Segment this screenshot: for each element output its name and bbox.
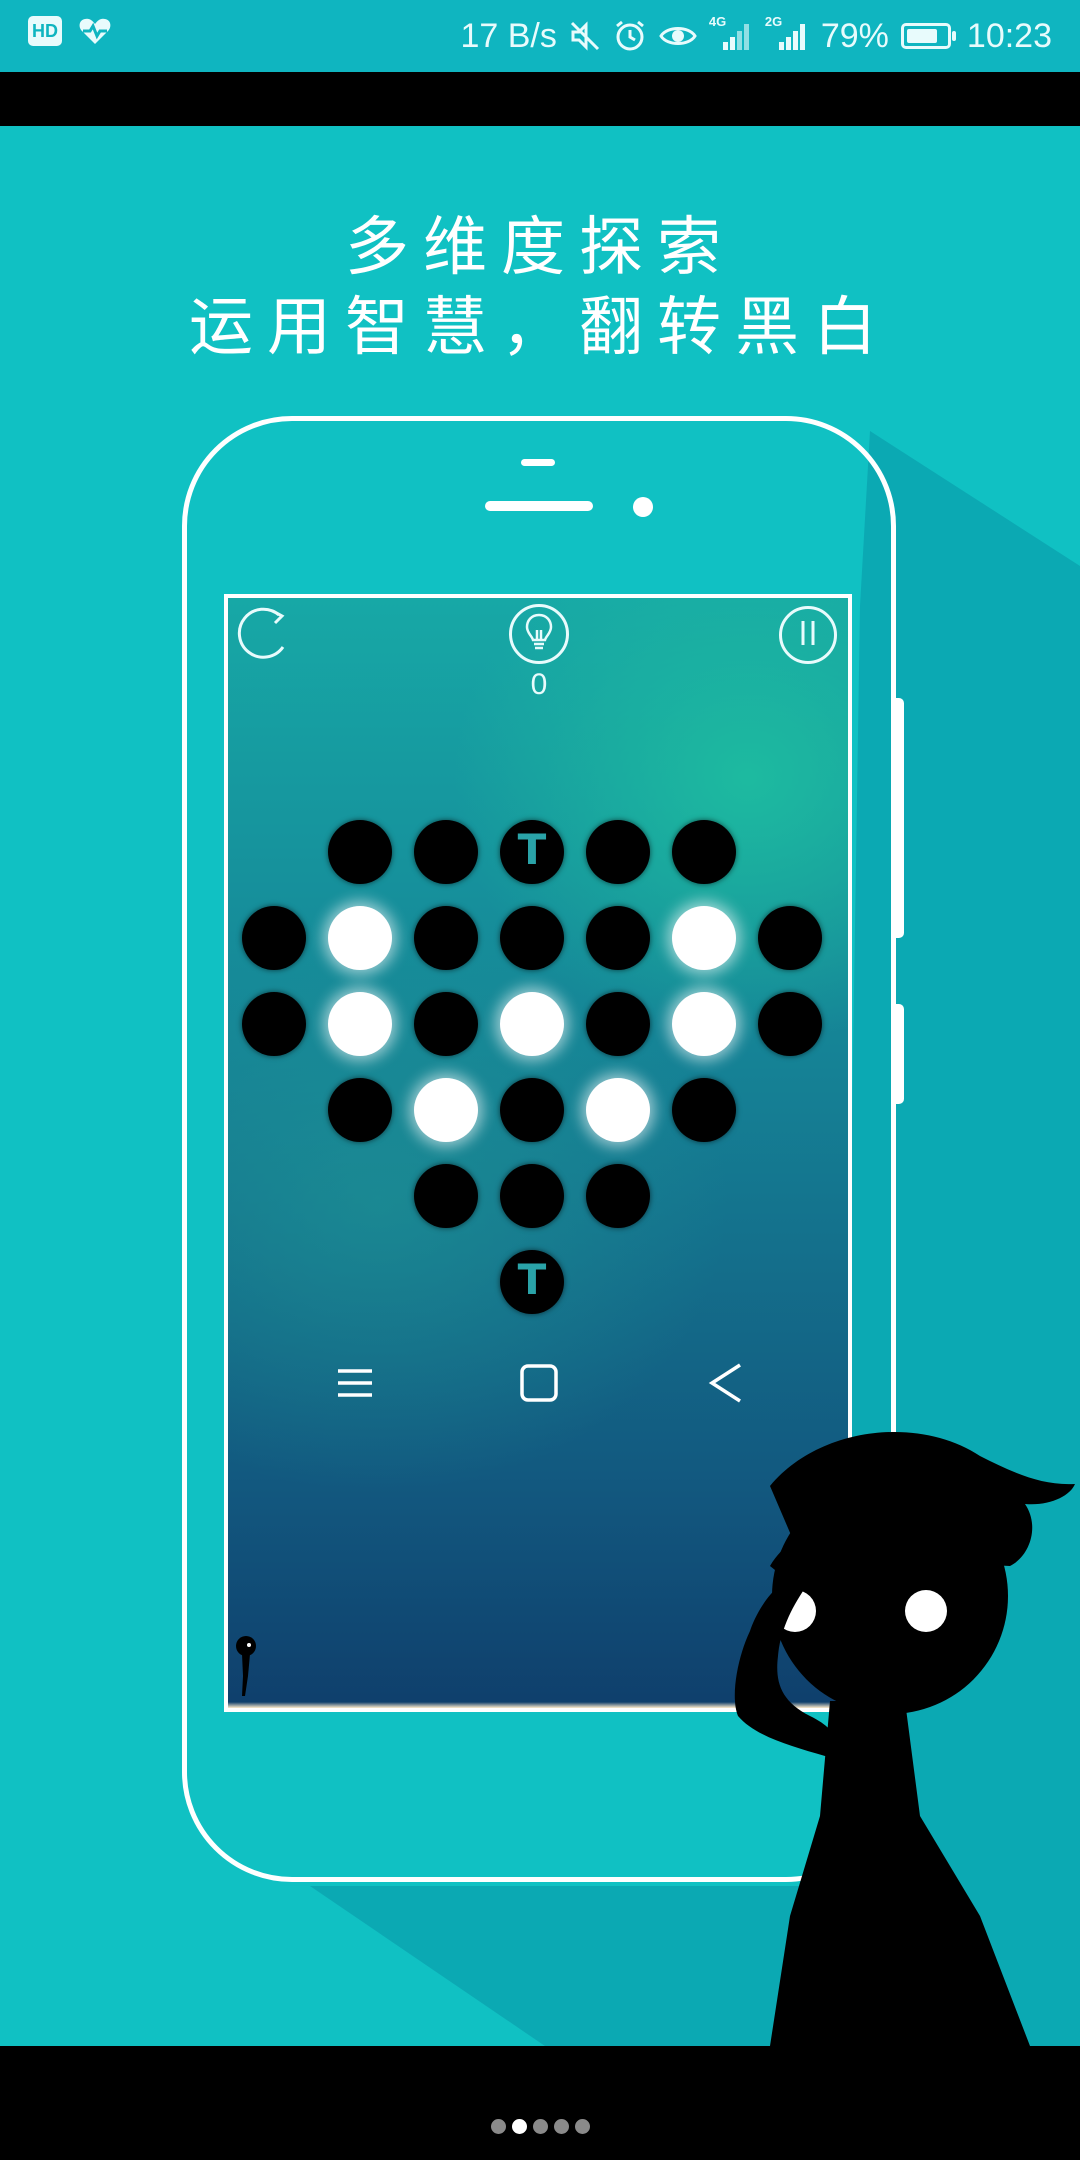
phone-back-key[interactable]: [703, 1363, 747, 1407]
white-dot[interactable]: [672, 906, 736, 970]
black-dot[interactable]: [586, 820, 650, 884]
network-4g-label: 4G: [708, 14, 727, 29]
toggle-mark: T: [517, 1255, 547, 1304]
hd-icon: HD: [28, 16, 62, 46]
promo-screenshot[interactable]: 多维度探索 运用智慧，翻转黑白 0 T T: [0, 126, 1080, 2046]
signal-2g-icon: 2G: [765, 14, 809, 52]
black-dot[interactable]: [414, 820, 478, 884]
black-dot[interactable]: [328, 1078, 392, 1142]
network-speed: 17 B/s: [460, 16, 557, 55]
white-dot[interactable]: [586, 1078, 650, 1142]
phone-menu-key[interactable]: [333, 1363, 377, 1407]
pause-button[interactable]: [779, 606, 837, 664]
phone-volume-button: [894, 698, 904, 938]
battery-level-fill: [906, 29, 937, 43]
white-dot[interactable]: [414, 1078, 478, 1142]
black-dot[interactable]: [758, 906, 822, 970]
black-dot[interactable]: [500, 906, 564, 970]
page-dot[interactable]: [553, 2119, 569, 2134]
page-dot[interactable]: [532, 2119, 548, 2134]
headline-line-1: 多维度探索: [345, 211, 735, 285]
black-dot[interactable]: [586, 992, 650, 1056]
health-heart-icon: [78, 16, 112, 46]
pause-icon: [797, 618, 819, 652]
black-dot[interactable]: [328, 820, 392, 884]
toggle-dot[interactable]: T: [500, 1250, 564, 1314]
restart-button[interactable]: [234, 604, 298, 668]
white-dot[interactable]: [672, 992, 736, 1056]
black-dot[interactable]: [586, 1164, 650, 1228]
mute-icon: [569, 20, 601, 52]
status-bar: HD 17 B/s 4G 2G 79% 10:23: [0, 0, 1080, 72]
black-dot[interactable]: [414, 992, 478, 1056]
menu-icon: [336, 1366, 374, 1404]
eye-icon: [659, 22, 697, 50]
character-silhouette: [620, 1416, 1080, 2046]
black-dot[interactable]: [758, 992, 822, 1056]
black-dot[interactable]: [672, 1078, 736, 1142]
black-dot[interactable]: [672, 820, 736, 884]
network-2g-label: 2G: [764, 14, 783, 29]
phone-earpiece: [485, 501, 593, 511]
page-dot[interactable]: [490, 2119, 506, 2134]
toggle-mark: T: [517, 825, 547, 874]
hint-count: 0: [530, 668, 548, 701]
phone-camera: [633, 497, 653, 517]
white-dot[interactable]: [500, 992, 564, 1056]
signal-4g-icon: 4G: [709, 14, 753, 52]
back-chevron-icon: [706, 1361, 744, 1409]
home-square-icon: [519, 1363, 559, 1407]
black-dot[interactable]: [500, 1078, 564, 1142]
restart-icon: [235, 603, 297, 669]
top-letterbox: [0, 72, 1080, 126]
headline-line-2: 运用智慧，翻转黑白: [189, 291, 891, 365]
phone-sensor: [521, 459, 555, 466]
clock: 10:23: [966, 16, 1052, 55]
page-dot[interactable]: [574, 2119, 590, 2134]
battery-icon: [900, 23, 956, 49]
tiny-character-figure: [232, 1634, 258, 1702]
black-dot[interactable]: [500, 1164, 564, 1228]
page-indicator: [0, 2119, 1080, 2134]
page-dot[interactable]: [511, 2119, 527, 2134]
white-dot[interactable]: [328, 992, 392, 1056]
black-dot[interactable]: [414, 1164, 478, 1228]
toggle-dot[interactable]: T: [500, 820, 564, 884]
black-dot[interactable]: [242, 906, 306, 970]
black-dot[interactable]: [414, 906, 478, 970]
phone-power-button: [894, 1004, 904, 1104]
alarm-icon: [613, 19, 647, 53]
phone-home-key[interactable]: [517, 1363, 561, 1407]
black-dot[interactable]: [586, 906, 650, 970]
white-dot[interactable]: [328, 906, 392, 970]
black-dot[interactable]: [242, 992, 306, 1056]
page-indicator-bar: [0, 2046, 1080, 2160]
battery-percent: 79%: [820, 16, 889, 55]
lightbulb-icon: [524, 612, 554, 656]
hint-button[interactable]: [509, 604, 569, 664]
